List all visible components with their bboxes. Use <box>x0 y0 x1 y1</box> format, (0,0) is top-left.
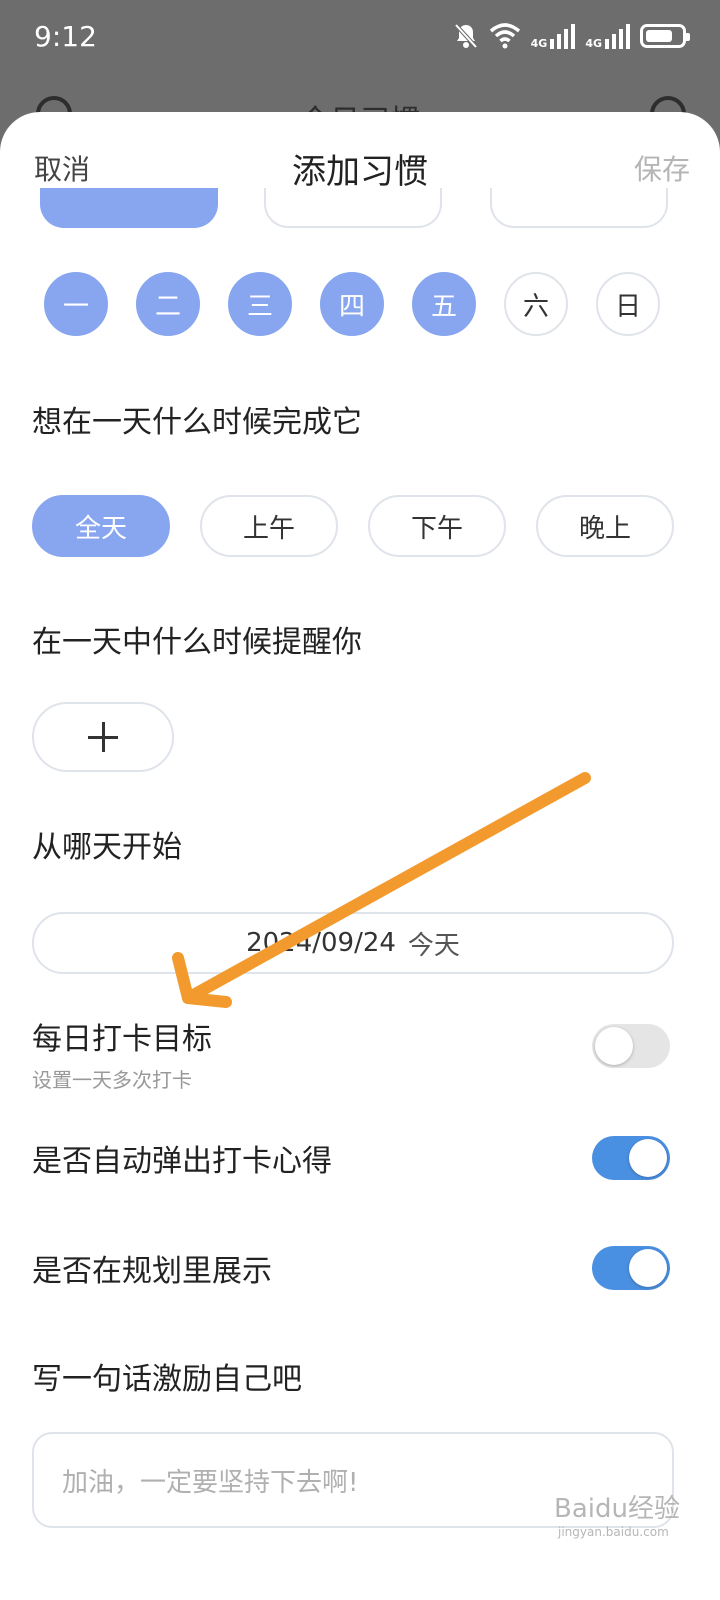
save-button[interactable]: 保存 <box>634 148 690 188</box>
signal-2-icon: 4G <box>585 23 630 49</box>
add-reminder-button[interactable] <box>32 702 174 772</box>
weekday-sun[interactable]: 日 <box>596 272 660 336</box>
daily-goal-row: 每日打卡目标 设置一天多次打卡 <box>32 1014 688 1093</box>
reminder-label: 在一天中什么时候提醒你 <box>32 625 362 660</box>
start-date-today: 今天 <box>407 930 460 961</box>
weekday-selector: 一 二 三 四 五 六 日 <box>44 272 660 336</box>
weekday-wed[interactable]: 三 <box>228 272 292 336</box>
time-option-all-day[interactable]: 全天 <box>32 495 170 557</box>
watermark-text: Baidu经验 <box>554 1494 680 1524</box>
auto-popup-title: 是否自动弹出打卡心得 <box>32 1144 332 1179</box>
watermark-subtext: jingyan.baidu.com <box>558 1525 669 1539</box>
add-habit-sheet: 取消 添加习惯 保存 一 二 三 四 五 六 日 想在一天什么时候完成它 全天 … <box>0 112 720 1600</box>
battery-icon <box>640 24 690 48</box>
wifi-icon <box>489 23 520 49</box>
network-type-2: 4G <box>585 37 602 50</box>
time-option-afternoon[interactable]: 下午 <box>368 495 506 557</box>
start-date-label: 从哪天开始 <box>32 830 182 865</box>
weekday-sat[interactable]: 六 <box>504 272 568 336</box>
show-in-plan-toggle[interactable] <box>592 1246 670 1290</box>
time-option-evening[interactable]: 晚上 <box>536 495 674 557</box>
weekday-thu[interactable]: 四 <box>320 272 384 336</box>
auto-popup-row: 是否自动弹出打卡心得 <box>32 1136 688 1180</box>
time-of-day-options: 全天 上午 下午 晚上 <box>32 495 674 557</box>
daily-goal-toggle[interactable] <box>592 1024 670 1068</box>
frequency-option-partial[interactable] <box>490 188 668 228</box>
start-date-value: 2024/09/24 <box>246 928 396 958</box>
status-time: 9:12 <box>34 20 97 53</box>
daily-goal-title: 每日打卡目标 <box>32 1022 212 1057</box>
status-bar: 9:12 4G 4G <box>0 0 720 80</box>
signal-1-icon: 4G <box>531 23 576 49</box>
plus-icon <box>88 722 118 752</box>
weekday-fri[interactable]: 五 <box>412 272 476 336</box>
network-type-1: 4G <box>530 37 548 50</box>
status-icons: 4G 4G <box>453 22 690 50</box>
weekday-tue[interactable]: 二 <box>136 272 200 336</box>
show-in-plan-row: 是否在规划里展示 <box>32 1246 688 1290</box>
show-in-plan-title: 是否在规划里展示 <box>32 1254 272 1289</box>
weekday-mon[interactable]: 一 <box>44 272 108 336</box>
motto-label: 写一句话激励自己吧 <box>32 1362 302 1397</box>
time-option-morning[interactable]: 上午 <box>200 495 338 557</box>
frequency-options-partial <box>0 188 720 228</box>
frequency-option-partial[interactable] <box>264 188 442 228</box>
daily-goal-subtitle: 设置一天多次打卡 <box>32 1068 192 1092</box>
time-of-day-label: 想在一天什么时候完成它 <box>32 405 362 440</box>
auto-popup-toggle[interactable] <box>592 1136 670 1180</box>
baidu-watermark: Baidu经验 jingyan.baidu.com <box>554 1488 680 1539</box>
frequency-option-partial[interactable] <box>40 188 218 228</box>
start-date-picker[interactable]: 2024/09/24 今天 <box>32 912 674 974</box>
bell-muted-icon <box>454 23 478 49</box>
sheet-title: 添加习惯 <box>292 152 428 192</box>
